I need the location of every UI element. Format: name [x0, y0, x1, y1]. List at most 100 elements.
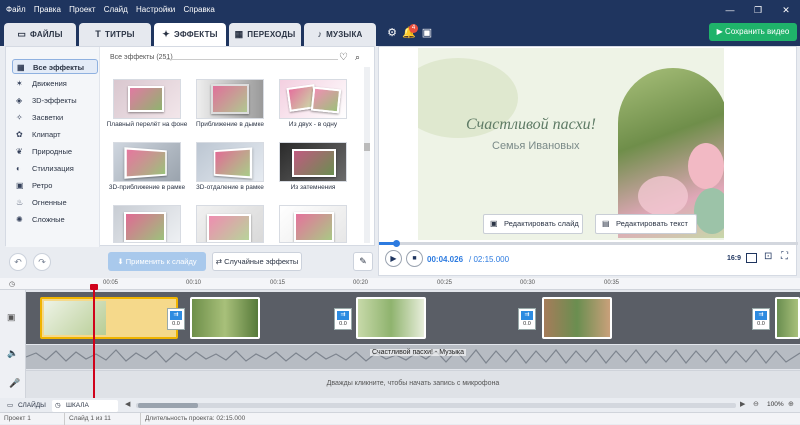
effect-thumbnail[interactable] [196, 142, 264, 182]
tab-slides[interactable]: ▭ СЛАЙДЫ [4, 400, 50, 412]
close-button[interactable]: ✕ [772, 0, 800, 20]
redo-button[interactable]: ↷ [33, 253, 51, 271]
category-list: ▦ Все эффекты ✶ Движения ◈ 3D-эффекты ✧ Засв… [6, 47, 100, 247]
playhead[interactable] [93, 284, 95, 398]
playback-progress[interactable] [379, 242, 798, 245]
slide-clip[interactable] [542, 297, 612, 339]
menu-project[interactable]: Проект [69, 0, 95, 20]
category-glare[interactable]: ✧ Засветки [12, 110, 98, 125]
category-style[interactable]: ◐ Стилизация [12, 161, 98, 176]
slide-clip[interactable] [190, 297, 260, 339]
slide-clip[interactable] [356, 297, 426, 339]
slide-clip[interactable] [40, 297, 178, 339]
effects-count-label: Все эффекты (251) [110, 54, 173, 61]
header-divider [166, 59, 338, 60]
random-effects-button[interactable]: ⇄ Случайные эффекты [212, 252, 302, 271]
zoom-out-icon[interactable]: ⊖ [753, 400, 759, 408]
category-motion[interactable]: ✶ Движения [12, 76, 98, 91]
tab-effects[interactable]: ✦ ЭФФЕКТЫ [154, 23, 226, 46]
effect-label: Приближение в дымке [195, 121, 265, 128]
time-ruler[interactable] [0, 278, 800, 290]
tab-timeline[interactable]: ◷ШКАЛА ВРЕМЕНИ [52, 400, 118, 421]
effect-thumbnail[interactable] [113, 205, 181, 243]
playhead-handle[interactable] [90, 284, 98, 290]
edit-text-button[interactable]: ▤ Редактировать текст [595, 214, 697, 234]
ruler-tick: 00:30 [520, 280, 536, 286]
brush-icon[interactable]: ✎ [353, 252, 373, 271]
category-clipart[interactable]: ✿ Клипарт [12, 127, 98, 142]
complex-icon: ✺ [16, 215, 23, 224]
gear-icon[interactable]: ⚙ [384, 25, 400, 41]
snapshot-icon[interactable]: ⊡ [764, 251, 772, 262]
ruler-tick: 00:10 [186, 280, 202, 286]
effect-thumbnail[interactable] [196, 205, 264, 243]
menu-settings[interactable]: Настройки [136, 0, 175, 20]
category-complex[interactable]: ✺ Сложные [12, 212, 98, 227]
undo-button[interactable]: ↶ [9, 253, 27, 271]
menu-file[interactable]: Файл [6, 0, 26, 20]
progress-knob[interactable] [393, 240, 400, 247]
effect-thumbnail[interactable] [113, 142, 181, 182]
category-fire[interactable]: ♨ Огненные [12, 195, 98, 210]
ruler-tick: 00:35 [604, 280, 620, 286]
menu-help[interactable]: Справка [184, 0, 215, 20]
category-nature[interactable]: ❦ Природные [12, 144, 98, 159]
transition-icon: ⇉ [170, 311, 182, 320]
effects-controls: ↶ ↷ ⬇ Применить к слайду ⇄ Случайные эфф… [5, 248, 375, 274]
effect-thumbnail[interactable] [279, 142, 347, 182]
category-3d[interactable]: ◈ 3D-эффекты [12, 93, 98, 108]
sparkle-icon: ✧ [16, 113, 23, 122]
effect-thumbnail[interactable] [113, 79, 181, 119]
menu-slide[interactable]: Слайд [104, 0, 128, 20]
camera-icon: ▣ [16, 181, 24, 190]
scroll-right-icon[interactable]: ▶ [740, 400, 745, 408]
photo-preview [207, 214, 251, 242]
category-all[interactable]: ▦ Все эффекты [12, 59, 98, 74]
timeline-scroll-thumb[interactable] [138, 403, 198, 408]
heart-icon[interactable]: ♡ [339, 52, 348, 63]
star-icon: ✦ [162, 29, 171, 39]
status-bar: Проект 1 Слайд 1 из 11 Длительность прое… [0, 412, 800, 425]
gallery-icon[interactable]: ▣ [419, 25, 435, 41]
category-retro[interactable]: ▣ Ретро [12, 178, 98, 193]
slide-preview[interactable]: Счастливой пасхи! Семья Ивановых [418, 48, 724, 240]
scrollbar-thumb[interactable] [364, 143, 370, 151]
save-video-button[interactable]: ▶ Сохранить видео [709, 23, 797, 41]
transition-marker[interactable]: ⇉ 0.0 [167, 308, 185, 330]
maximize-button[interactable]: ❐ [744, 0, 772, 20]
zoom-in-icon[interactable]: ⊕ [788, 400, 794, 408]
fit-icon[interactable] [746, 253, 757, 263]
palette-icon: ◐ [16, 164, 21, 173]
photo-preview [294, 212, 334, 242]
tab-transitions[interactable]: ▦ ПЕРЕХОДЫ [229, 23, 301, 46]
effect-thumbnail[interactable] [279, 205, 347, 243]
search-icon[interactable]: ⌕ [355, 52, 360, 63]
tab-files[interactable]: ▭ ФАЙЛЫ [4, 23, 76, 46]
apply-to-slide-button[interactable]: ⬇ Применить к слайду [108, 252, 206, 271]
menu-edit[interactable]: Правка [34, 0, 61, 20]
clock-icon: ◷ [9, 281, 16, 288]
clip-thumbnail [44, 301, 106, 335]
slide-clip[interactable] [775, 297, 800, 339]
effect-thumbnail[interactable] [196, 79, 264, 119]
transition-marker[interactable]: ⇉ 0.0 [334, 308, 352, 330]
effect-label: Из двух - в одну [288, 121, 338, 128]
transition-marker[interactable]: ⇉ 0.0 [752, 308, 770, 330]
tab-titles[interactable]: T ТИТРЫ [79, 23, 151, 46]
title-bar: Файл Правка Проект Слайд Настройки Справ… [0, 0, 800, 20]
minimize-button[interactable]: — [716, 0, 744, 20]
transition-marker[interactable]: ⇉ 0.0 [518, 308, 536, 330]
fullscreen-icon[interactable]: ⛶ [781, 251, 788, 262]
effect-label: Плавный перелёт на фоне [106, 121, 188, 128]
effects-scrollbar[interactable] [364, 67, 370, 243]
photo-preview [211, 84, 249, 114]
edit-slide-button[interactable]: ▣ Редактировать слайд [483, 214, 583, 234]
aspect-ratio[interactable]: 16:9 [727, 255, 741, 262]
timeline-scrollbar[interactable] [136, 403, 736, 408]
effect-thumbnail[interactable] [279, 79, 347, 119]
play-icon[interactable]: ▶ [385, 250, 402, 267]
ruler-tick: 00:25 [437, 280, 453, 286]
stop-icon[interactable]: ■ [406, 250, 423, 267]
scroll-left-icon[interactable]: ◀ [125, 400, 130, 408]
tab-music[interactable]: ♪ МУЗЫКА [304, 23, 376, 46]
